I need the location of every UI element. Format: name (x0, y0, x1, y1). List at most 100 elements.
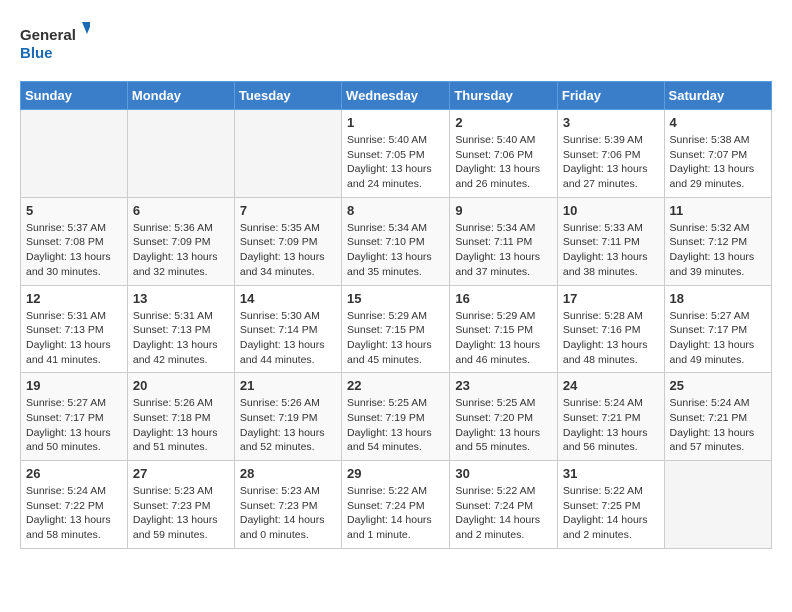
day-cell: 28 Sunrise: 5:23 AMSunset: 7:23 PMDayligh… (234, 461, 341, 549)
weekday-header-thursday: Thursday (450, 82, 558, 110)
weekday-header-saturday: Saturday (664, 82, 771, 110)
day-number: 18 (670, 291, 766, 306)
week-row-1: 1Sunrise: 5:40 AMSunset: 7:05 PMDaylight… (21, 110, 772, 198)
day-cell: 29 Sunrise: 5:22 AMSunset: 7:24 PMDayligh… (342, 461, 450, 549)
day-number: 31 (563, 466, 659, 481)
day-number: 8 (347, 203, 444, 218)
day-cell: 16 Sunrise: 5:29 AMSunset: 7:15 PMDayligh… (450, 285, 558, 373)
weekday-header-sunday: Sunday (21, 82, 128, 110)
day-number: 9 (455, 203, 552, 218)
day-number: 16 (455, 291, 552, 306)
day-cell: 10Sunrise: 5:33 AMSunset: 7:11 PMDayligh… (557, 197, 664, 285)
day-info: Sunrise: 5:38 AMSunset: 7:07 PMDaylight:… (670, 133, 766, 192)
day-cell (21, 110, 128, 198)
week-row-5: 26 Sunrise: 5:24 AMSunset: 7:22 PMDayligh… (21, 461, 772, 549)
week-row-2: 5 Sunrise: 5:37 AMSunset: 7:08 PMDaylight… (21, 197, 772, 285)
weekday-header-monday: Monday (127, 82, 234, 110)
day-cell: 24 Sunrise: 5:24 AMSunset: 7:21 PMDayligh… (557, 373, 664, 461)
day-info: Sunrise: 5:29 AMSunset: 7:15 PMDaylight:… (455, 309, 552, 368)
day-cell: 25 Sunrise: 5:24 AMSunset: 7:21 PMDayligh… (664, 373, 771, 461)
day-cell: 4 Sunrise: 5:38 AMSunset: 7:07 PMDaylight… (664, 110, 771, 198)
day-info: Sunrise: 5:29 AMSunset: 7:15 PMDaylight:… (347, 309, 444, 368)
day-cell: 6Sunrise: 5:36 AMSunset: 7:09 PMDaylight… (127, 197, 234, 285)
day-number: 27 (133, 466, 229, 481)
day-cell: 27 Sunrise: 5:23 AMSunset: 7:23 PMDayligh… (127, 461, 234, 549)
day-info: Sunrise: 5:27 AMSunset: 7:17 PMDaylight:… (26, 396, 122, 455)
day-number: 29 (347, 466, 444, 481)
weekday-header-wednesday: Wednesday (342, 82, 450, 110)
day-info: Sunrise: 5:22 AMSunset: 7:24 PMDaylight:… (347, 484, 444, 543)
calendar-table: SundayMondayTuesdayWednesdayThursdayFrid… (20, 81, 772, 549)
day-cell: 30 Sunrise: 5:22 AMSunset: 7:24 PMDayligh… (450, 461, 558, 549)
day-info: Sunrise: 5:24 AMSunset: 7:21 PMDaylight:… (563, 396, 659, 455)
svg-text:General: General (20, 27, 76, 44)
day-number: 26 (26, 466, 122, 481)
day-cell: 18 Sunrise: 5:27 AMSunset: 7:17 PMDayligh… (664, 285, 771, 373)
day-info: Sunrise: 5:39 AMSunset: 7:06 PMDaylight:… (563, 133, 659, 192)
day-number: 10 (563, 203, 659, 218)
day-cell: 13 Sunrise: 5:31 AMSunset: 7:13 PMDayligh… (127, 285, 234, 373)
day-number: 30 (455, 466, 552, 481)
weekday-header-friday: Friday (557, 82, 664, 110)
day-cell (127, 110, 234, 198)
day-number: 22 (347, 378, 444, 393)
day-info: Sunrise: 5:24 AMSunset: 7:21 PMDaylight:… (670, 396, 766, 455)
day-info: Sunrise: 5:23 AMSunset: 7:23 PMDaylight:… (240, 484, 336, 543)
day-info: Sunrise: 5:31 AMSunset: 7:13 PMDaylight:… (133, 309, 229, 368)
day-number: 23 (455, 378, 552, 393)
day-number: 12 (26, 291, 122, 306)
day-number: 19 (26, 378, 122, 393)
day-number: 25 (670, 378, 766, 393)
day-cell: 31Sunrise: 5:22 AMSunset: 7:25 PMDayligh… (557, 461, 664, 549)
day-info: Sunrise: 5:35 AMSunset: 7:09 PMDaylight:… (240, 221, 336, 280)
day-cell: 3Sunrise: 5:39 AMSunset: 7:06 PMDaylight… (557, 110, 664, 198)
day-cell: 23 Sunrise: 5:25 AMSunset: 7:20 PMDayligh… (450, 373, 558, 461)
day-cell: 9 Sunrise: 5:34 AMSunset: 7:11 PMDaylight… (450, 197, 558, 285)
day-number: 15 (347, 291, 444, 306)
day-number: 5 (26, 203, 122, 218)
day-number: 20 (133, 378, 229, 393)
day-info: Sunrise: 5:37 AMSunset: 7:08 PMDaylight:… (26, 221, 122, 280)
day-info: Sunrise: 5:36 AMSunset: 7:09 PMDaylight:… (133, 221, 229, 280)
day-cell (664, 461, 771, 549)
day-info: Sunrise: 5:28 AMSunset: 7:16 PMDaylight:… (563, 309, 659, 368)
day-info: Sunrise: 5:34 AMSunset: 7:11 PMDaylight:… (455, 221, 552, 280)
weekday-header-row: SundayMondayTuesdayWednesdayThursdayFrid… (21, 82, 772, 110)
day-cell: 19 Sunrise: 5:27 AMSunset: 7:17 PMDayligh… (21, 373, 128, 461)
day-cell: 26 Sunrise: 5:24 AMSunset: 7:22 PMDayligh… (21, 461, 128, 549)
day-number: 13 (133, 291, 229, 306)
day-info: Sunrise: 5:30 AMSunset: 7:14 PMDaylight:… (240, 309, 336, 368)
day-info: Sunrise: 5:26 AMSunset: 7:18 PMDaylight:… (133, 396, 229, 455)
day-number: 14 (240, 291, 336, 306)
day-info: Sunrise: 5:27 AMSunset: 7:17 PMDaylight:… (670, 309, 766, 368)
day-cell: 7Sunrise: 5:35 AMSunset: 7:09 PMDaylight… (234, 197, 341, 285)
day-cell: 21Sunrise: 5:26 AMSunset: 7:19 PMDayligh… (234, 373, 341, 461)
day-info: Sunrise: 5:31 AMSunset: 7:13 PMDaylight:… (26, 309, 122, 368)
day-info: Sunrise: 5:32 AMSunset: 7:12 PMDaylight:… (670, 221, 766, 280)
day-cell: 1Sunrise: 5:40 AMSunset: 7:05 PMDaylight… (342, 110, 450, 198)
weekday-header-tuesday: Tuesday (234, 82, 341, 110)
day-cell: 2Sunrise: 5:40 AMSunset: 7:06 PMDaylight… (450, 110, 558, 198)
day-number: 17 (563, 291, 659, 306)
logo-svg: General Blue (20, 20, 90, 65)
day-number: 4 (670, 115, 766, 130)
day-number: 11 (670, 203, 766, 218)
day-cell: 22Sunrise: 5:25 AMSunset: 7:19 PMDayligh… (342, 373, 450, 461)
day-number: 24 (563, 378, 659, 393)
day-cell: 14 Sunrise: 5:30 AMSunset: 7:14 PMDayligh… (234, 285, 341, 373)
day-cell (234, 110, 341, 198)
day-number: 21 (240, 378, 336, 393)
day-info: Sunrise: 5:25 AMSunset: 7:20 PMDaylight:… (455, 396, 552, 455)
day-info: Sunrise: 5:40 AMSunset: 7:06 PMDaylight:… (455, 133, 552, 192)
day-info: Sunrise: 5:40 AMSunset: 7:05 PMDaylight:… (347, 133, 444, 192)
day-info: Sunrise: 5:23 AMSunset: 7:23 PMDaylight:… (133, 484, 229, 543)
day-cell: 15 Sunrise: 5:29 AMSunset: 7:15 PMDayligh… (342, 285, 450, 373)
day-number: 28 (240, 466, 336, 481)
day-info: Sunrise: 5:24 AMSunset: 7:22 PMDaylight:… (26, 484, 122, 543)
page-header: General Blue (20, 20, 772, 65)
day-cell: 5 Sunrise: 5:37 AMSunset: 7:08 PMDaylight… (21, 197, 128, 285)
day-cell: 11 Sunrise: 5:32 AMSunset: 7:12 PMDayligh… (664, 197, 771, 285)
day-info: Sunrise: 5:22 AMSunset: 7:24 PMDaylight:… (455, 484, 552, 543)
week-row-3: 12 Sunrise: 5:31 AMSunset: 7:13 PMDayligh… (21, 285, 772, 373)
day-cell: 8Sunrise: 5:34 AMSunset: 7:10 PMDaylight… (342, 197, 450, 285)
